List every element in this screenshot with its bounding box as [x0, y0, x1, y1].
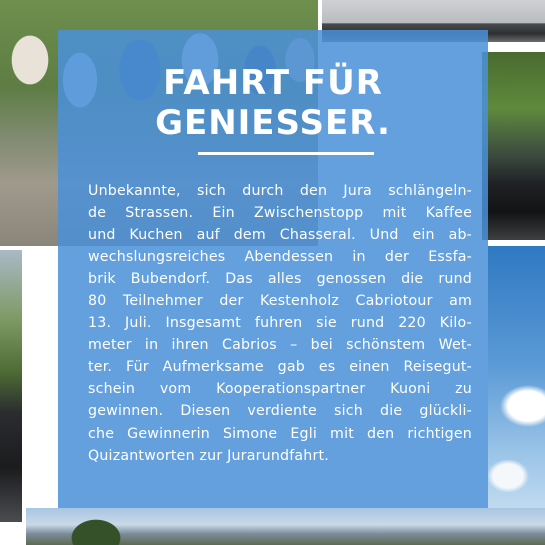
- body-line: ter. Für Aufmerksame gab es einen Reiseg…: [88, 359, 472, 376]
- body-line: Quizantworten zur Jurarundfahrt.: [88, 447, 329, 464]
- body-line: de Strassen. Ein Zwischenstopp mit Kaffe…: [88, 205, 472, 222]
- car-interior-photo: [0, 250, 22, 522]
- landscape-photo: [26, 508, 545, 545]
- sky-photo: [488, 246, 545, 545]
- body-line: schein vom Kooperationspartner Kuoni zu: [88, 381, 472, 398]
- article-body: Unbekannte, sich durch den Jura schlänge…: [88, 180, 472, 467]
- body-line: meter in ihren Cabrios – bei schönstem W…: [88, 337, 472, 354]
- body-line: brik Bubendorf. Das alles genossen die r…: [88, 271, 472, 288]
- body-line: gewinnen. Diesen verdiente sich die glüc…: [88, 403, 472, 420]
- magazine-page: FAHRT FÜR GENIESSER. Unbekannte, sich du…: [0, 0, 545, 545]
- title-line: FAHRT FÜR: [163, 63, 383, 103]
- title-divider: [198, 152, 374, 155]
- cabrio-photo: [482, 52, 545, 240]
- article-panel: FAHRT FÜR GENIESSER. Unbekannte, sich du…: [58, 30, 488, 508]
- title-line: GENIESSER.: [155, 103, 391, 143]
- body-line: Unbekannte, sich durch den Jura schlänge…: [88, 183, 472, 199]
- body-line: 13. Juli. Insgesamt fuhren sie rund 220 …: [88, 315, 472, 332]
- body-line: wechslungsreiches Abendessen in der Essf…: [88, 249, 472, 266]
- article-title: FAHRT FÜR GENIESSER.: [58, 63, 488, 143]
- body-line: 80 Teilnehmer der Kestenholz Cabriotour …: [88, 293, 472, 310]
- body-line: und Kuchen auf dem Chasseral. Und ein ab…: [88, 227, 472, 244]
- body-line: che Gewinnerin Simone Egli mit den richt…: [88, 425, 472, 442]
